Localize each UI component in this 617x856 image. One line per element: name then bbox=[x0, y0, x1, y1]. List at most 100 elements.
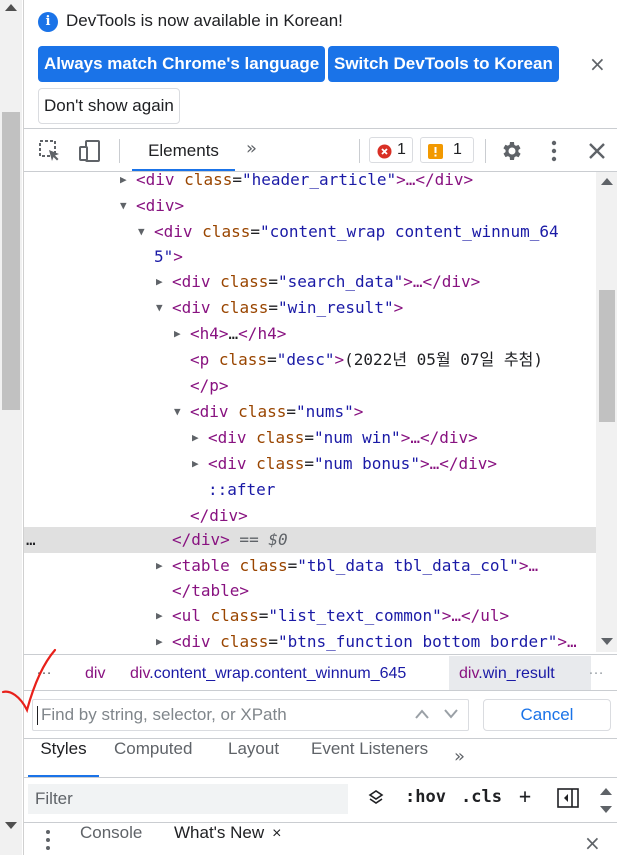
tree-node[interactable]: ▶ <div class="search_data">…</div> bbox=[24, 269, 596, 295]
tree-node[interactable]: ▶ <h4>…</h4> bbox=[24, 321, 596, 347]
expanded-triangle-icon[interactable]: ▼ bbox=[174, 399, 186, 425]
drawer-menu-icon[interactable] bbox=[44, 828, 52, 856]
breadcrumb-item-selected[interactable]: div.win_result bbox=[459, 665, 555, 683]
tree-node[interactable]: ▶ <ul class="list_text_common">…</ul> bbox=[24, 603, 596, 629]
more-tabs-icon[interactable]: » bbox=[246, 138, 257, 159]
tree-node[interactable]: ▼ <div class="content_wrap content_winnu… bbox=[24, 219, 596, 245]
pseudo-element: ::after bbox=[208, 480, 276, 499]
dont-show-again-button[interactable]: Don't show again bbox=[38, 88, 180, 124]
tree-node[interactable]: ▼ <div class="nums"> bbox=[24, 399, 596, 425]
collapsed-triangle-icon[interactable]: ▶ bbox=[156, 553, 168, 579]
tab-elements[interactable]: Elements bbox=[132, 129, 235, 171]
tag-close: > bbox=[393, 298, 404, 317]
collapsed-triangle-icon[interactable]: ▶ bbox=[156, 629, 168, 652]
tag-close: </h4> bbox=[238, 324, 287, 343]
tree-scrollbar-thumb[interactable] bbox=[599, 290, 615, 422]
tab-layout[interactable]: Layout bbox=[228, 739, 279, 777]
tree-node[interactable]: ▶ <div class="btns_function bottom borde… bbox=[24, 629, 596, 652]
attr-eq: = bbox=[268, 272, 278, 291]
collapsed-triangle-icon[interactable]: ▶ bbox=[156, 269, 168, 295]
cls-button[interactable]: .cls bbox=[461, 787, 502, 807]
attr-name: class bbox=[256, 454, 305, 473]
toggle-sidebar-icon[interactable] bbox=[557, 788, 579, 813]
find-previous-icon[interactable] bbox=[408, 702, 436, 728]
breadcrumb-item[interactable]: div.content_wrap.content_winnum_645 bbox=[130, 665, 406, 683]
collapsed-triangle-icon[interactable]: ▶ bbox=[174, 321, 186, 347]
attr-value: "tbl_data tbl_data_col" bbox=[297, 556, 519, 575]
warning-count-badge[interactable]: 1 bbox=[420, 137, 474, 163]
scroll-down-arrow-icon[interactable] bbox=[5, 822, 17, 829]
tag-name: <div bbox=[154, 222, 203, 241]
page-scrollbar-thumb[interactable] bbox=[2, 112, 20, 410]
collapsed-triangle-icon[interactable]: ▶ bbox=[192, 451, 204, 477]
error-count-badge[interactable]: 1 bbox=[369, 137, 413, 163]
tree-node[interactable]: ▼ <div> bbox=[24, 193, 596, 219]
infobar-close-icon[interactable]: × bbox=[589, 52, 606, 76]
scroll-up-arrow-icon[interactable] bbox=[600, 788, 612, 795]
expanded-triangle-icon[interactable]: ▼ bbox=[156, 295, 168, 321]
tag-name: <h4> bbox=[190, 324, 229, 343]
attr-eq: = bbox=[250, 222, 260, 241]
tree-scrollbar[interactable] bbox=[596, 172, 617, 652]
scroll-up-arrow-icon[interactable] bbox=[5, 4, 17, 11]
inspect-element-icon[interactable] bbox=[38, 139, 62, 167]
tree-node[interactable]: </table> bbox=[24, 578, 596, 604]
find-cancel-button[interactable]: Cancel bbox=[483, 699, 611, 731]
tree-node-wrap[interactable]: 5"> bbox=[24, 244, 596, 270]
toggle-rendering-emulations-icon[interactable] bbox=[368, 789, 384, 810]
styles-filter-input[interactable]: Filter bbox=[28, 784, 348, 814]
tree-node[interactable]: ▶ <div class="num win">…</div> bbox=[24, 425, 596, 451]
attr-eq: = bbox=[304, 428, 314, 447]
breadcrumb-overflow-icon[interactable]: … bbox=[588, 661, 604, 679]
scroll-down-arrow-icon[interactable] bbox=[601, 638, 613, 645]
find-input[interactable]: Find by string, selector, or XPath bbox=[32, 699, 469, 731]
attr-value: "list_text_common" bbox=[268, 606, 442, 625]
switch-to-korean-button[interactable]: Switch DevTools to Korean bbox=[328, 46, 559, 82]
device-toolbar-icon[interactable] bbox=[78, 139, 102, 167]
tab-event-listeners[interactable]: Event Listeners bbox=[311, 739, 428, 777]
collapsed-triangle-icon[interactable]: ▶ bbox=[192, 425, 204, 451]
expanded-triangle-icon[interactable]: ▼ bbox=[120, 193, 132, 219]
node-actions-icon[interactable]: … bbox=[26, 527, 36, 553]
collapsed-triangle-icon[interactable]: ▶ bbox=[156, 603, 168, 629]
settings-gear-icon[interactable] bbox=[499, 139, 523, 167]
breadcrumb-item[interactable]: div bbox=[85, 665, 105, 683]
more-options-icon[interactable] bbox=[542, 139, 566, 167]
tree-node[interactable]: ▶ <table class="tbl_data tbl_data_col">… bbox=[24, 553, 596, 579]
tree-node[interactable]: ▼ <div class="win_result"> bbox=[24, 295, 596, 321]
tag-close: </p> bbox=[190, 376, 229, 395]
attr-value: 5" bbox=[154, 247, 174, 266]
tree-node-selected[interactable]: … </div> == $0 bbox=[24, 527, 596, 553]
hov-button[interactable]: :hov bbox=[405, 787, 446, 807]
close-drawer-icon[interactable]: × bbox=[584, 831, 601, 855]
tab-computed[interactable]: Computed bbox=[114, 739, 192, 777]
scroll-down-arrow-icon[interactable] bbox=[600, 806, 612, 813]
tag-name: <div bbox=[208, 428, 257, 447]
tree-node[interactable]: <p class="desc">(2022년 05월 07일 추첨) bbox=[24, 347, 596, 373]
close-tab-icon[interactable]: × bbox=[272, 825, 281, 842]
tree-node[interactable]: </div> bbox=[24, 503, 596, 529]
drawer-tab-whats-new[interactable]: What's New × bbox=[174, 823, 282, 856]
find-next-icon[interactable] bbox=[437, 702, 465, 728]
page-scrollbar[interactable] bbox=[0, 0, 22, 855]
find-placeholder: Find by string, selector, or XPath bbox=[41, 705, 287, 724]
more-tabs-icon[interactable]: » bbox=[454, 746, 465, 767]
tag-close: > bbox=[353, 402, 364, 421]
elements-tree[interactable]: ▶ <div class="header_article">…</div> ▼ … bbox=[24, 172, 596, 652]
breadcrumb: … div div.content_wrap.content_winnum_64… bbox=[24, 654, 617, 690]
tab-styles[interactable]: Styles bbox=[28, 739, 99, 777]
new-style-rule-button[interactable]: + bbox=[519, 784, 531, 808]
close-devtools-icon[interactable] bbox=[585, 139, 609, 167]
tree-node[interactable]: </p> bbox=[24, 373, 596, 399]
collapsed-triangle-icon[interactable]: ▶ bbox=[120, 172, 132, 193]
drawer-tab-console[interactable]: Console bbox=[80, 823, 142, 856]
tree-node[interactable]: ▶ <div class="header_article">…</div> bbox=[24, 172, 596, 193]
tree-node[interactable]: ▶ <div class="num bonus">…</div> bbox=[24, 451, 596, 477]
always-match-language-button[interactable]: Always match Chrome's language bbox=[38, 46, 326, 82]
attr-value: "win_result" bbox=[277, 298, 394, 317]
expanded-triangle-icon[interactable]: ▼ bbox=[138, 219, 150, 245]
scroll-up-arrow-icon[interactable] bbox=[601, 178, 613, 185]
toolbar-divider bbox=[485, 139, 486, 163]
tree-node[interactable]: ::after bbox=[24, 477, 596, 503]
tag-close: >…</ul> bbox=[441, 606, 510, 625]
